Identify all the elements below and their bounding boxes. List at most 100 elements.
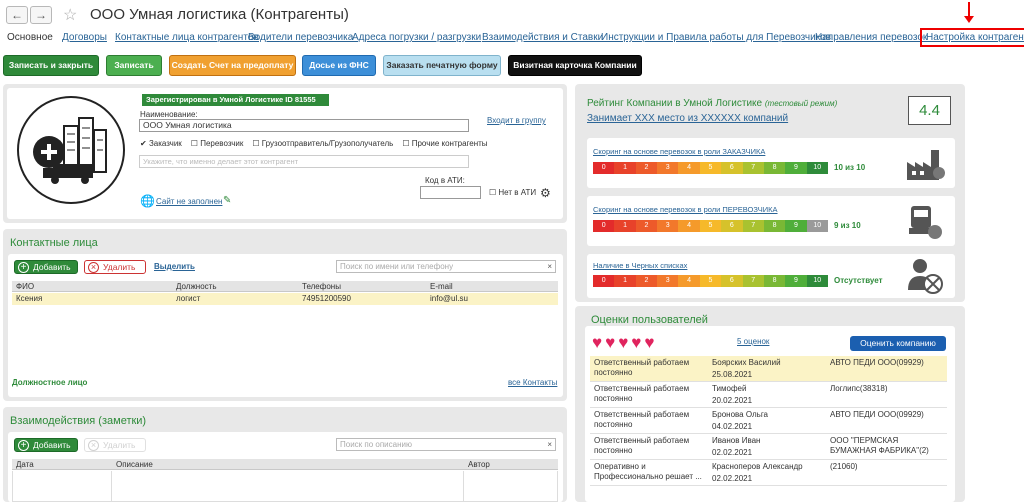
clear-search-icon[interactable]: ×: [547, 261, 552, 272]
contacts-select-link[interactable]: Выделить: [154, 262, 195, 271]
all-contacts-link[interactable]: все Контакты: [508, 378, 557, 387]
delete-x-icon: ×: [88, 440, 99, 451]
scale-cell: 9: [785, 220, 807, 232]
review-company: АВТО ПЕДИ ООО(09929): [830, 358, 924, 367]
save-button[interactable]: Записать: [106, 55, 162, 76]
role-carrier-checkbox[interactable]: ☐ Перевозчик: [191, 139, 244, 148]
table-row[interactable]: Ксения логист 74951200590 info@ul.su: [12, 293, 558, 305]
tab-directions[interactable]: Направления перевозок: [815, 32, 927, 43]
tab-instructions[interactable]: Инструкции и Правила работы для Перевозч…: [601, 32, 831, 43]
tab-drivers[interactable]: Водители перевозчика: [248, 32, 353, 43]
col-phones[interactable]: Телефоны: [302, 282, 341, 291]
website-link[interactable]: Сайт не заполнен: [156, 197, 222, 206]
contacts-add-label: Добавить: [33, 262, 71, 272]
scoring-customer-link[interactable]: Скоринг на основе перевозок в роли ЗАКАЗ…: [593, 147, 765, 156]
scale-cell: 8: [763, 275, 786, 287]
favorite-star-icon[interactable]: ☆: [63, 5, 77, 25]
contacts-search-input[interactable]: Поиск по имени или телефону ×: [336, 260, 556, 273]
tab-contact-persons[interactable]: Контактные лица контрагентов: [115, 32, 259, 43]
col-description[interactable]: Описание: [116, 460, 153, 469]
review-date: 20.02.2021: [712, 396, 753, 405]
column-divider: [463, 471, 464, 502]
title-bar: ← → ☆ ООО Умная логистика (Контрагенты): [0, 0, 1024, 28]
scale-cell: 2: [635, 162, 658, 174]
rating-place-link[interactable]: Занимает XXX место из XXXXXX компаний: [587, 113, 788, 124]
rating-mode: (тестовый режим): [764, 99, 838, 108]
join-group-link[interactable]: Входит в группу: [487, 116, 546, 125]
clear-search-icon[interactable]: ×: [547, 439, 552, 450]
scale-cell: 8: [763, 162, 786, 174]
role-customer-checkbox[interactable]: ✔ Заказчик: [140, 139, 182, 148]
contact-position: логист: [176, 294, 201, 303]
official-person-label: Должностное лицо: [12, 378, 88, 387]
contacts-delete-button[interactable]: × Удалить: [84, 260, 146, 274]
interactions-search-input[interactable]: Поиск по описанию ×: [336, 438, 556, 451]
scale-cell: 7: [742, 220, 764, 232]
scale-cell: 2: [635, 220, 658, 232]
back-button[interactable]: ←: [6, 6, 28, 24]
scoring-carrier-block: Скоринг на основе перевозок в роли ПЕРЕВ…: [587, 196, 955, 246]
ati-input[interactable]: [420, 186, 481, 199]
edit-pencil-icon[interactable]: ✎: [223, 195, 231, 206]
tab-counterparty-settings[interactable]: Настройка контрагента: [920, 28, 1024, 47]
scale-cell: 9: [785, 162, 807, 174]
scale-cell: 8: [763, 220, 786, 232]
blacklist-link[interactable]: Наличие в Черных списках: [593, 261, 687, 270]
reviews-count-link[interactable]: 5 оценок: [737, 337, 769, 346]
business-card-button[interactable]: Визитная карточка Компании: [508, 55, 642, 76]
scoring-carrier-link[interactable]: Скоринг на основе перевозок в роли ПЕРЕВ…: [593, 205, 778, 214]
plus-icon: +: [18, 262, 29, 273]
role-customer-label: Заказчик: [148, 139, 182, 148]
scoring-customer-result: 10 из 10: [834, 163, 866, 172]
forward-button[interactable]: →: [30, 6, 52, 24]
col-fio[interactable]: ФИО: [16, 282, 34, 291]
note-input[interactable]: Укажите, что именно делает этот контраге…: [139, 155, 469, 168]
scale-cell: 6: [721, 162, 743, 174]
interactions-delete-button[interactable]: × Удалить: [84, 438, 146, 452]
contacts-delete-label: Удалить: [103, 262, 136, 272]
interactions-add-button[interactable]: + Добавить: [14, 438, 78, 452]
col-position[interactable]: Должность: [176, 282, 217, 291]
contacts-add-button[interactable]: + Добавить: [14, 260, 78, 274]
scale-cell: 1: [614, 275, 636, 287]
interactions-add-label: Добавить: [33, 440, 71, 450]
scale-cell: 0: [593, 275, 615, 287]
review-row[interactable]: Ответственный работаем постоянно Иванов И…: [590, 434, 947, 460]
name-input[interactable]: ООО Умная логистика: [139, 119, 469, 132]
col-email[interactable]: E-mail: [430, 282, 453, 291]
scale-cell: 7: [742, 275, 764, 287]
review-date: 25.08.2021: [712, 370, 753, 379]
rating-score: 4.4: [908, 96, 951, 125]
save-close-button[interactable]: Записать и закрыть: [3, 55, 99, 76]
scoring-customer-block: Скоринг на основе перевозок в роли ЗАКАЗ…: [587, 138, 955, 188]
review-author: Боярских Василий: [712, 358, 781, 367]
col-date[interactable]: Дата: [16, 460, 34, 469]
print-form-button[interactable]: Заказать печатную форму: [383, 55, 501, 76]
tab-interactions[interactable]: Взаимодействия и Ставки: [482, 32, 603, 43]
create-invoice-button[interactable]: Создать Счет на предоплату: [169, 55, 296, 76]
rating-title: Рейтинг Компании в Умной Логистике (тест…: [587, 98, 837, 109]
review-text: Ответственный работаем постоянно: [594, 384, 690, 403]
tab-addresses[interactable]: Адреса погрузки / разгрузки: [352, 32, 481, 43]
review-row[interactable]: Ответственный работаем постоянно Бронова …: [590, 408, 947, 434]
scale-cell: 4: [678, 220, 700, 232]
scale-cell: 1: [614, 220, 636, 232]
rate-company-button[interactable]: Оценить компанию: [850, 336, 946, 351]
settings-gear-icon[interactable]: ⚙: [540, 186, 551, 200]
no-ati-checkbox[interactable]: ☐ Нет в АТИ: [489, 188, 536, 197]
role-shipper-checkbox[interactable]: ☐ Грузоотправитель/Грузополучатель: [252, 139, 393, 148]
review-row[interactable]: Ответственный работаем постоянно Боярских…: [590, 356, 947, 382]
no-ati-label: Нет в АТИ: [498, 188, 537, 197]
tab-main[interactable]: Основное: [7, 32, 53, 43]
col-author[interactable]: Автор: [468, 460, 490, 469]
role-other-checkbox[interactable]: ☐ Прочие контрагенты: [402, 139, 487, 148]
review-company: АВТО ПЕДИ ООО(09929): [830, 410, 924, 419]
review-row[interactable]: Оперативно и Профессионально решает ... К…: [590, 460, 947, 486]
tab-contracts[interactable]: Договоры: [62, 32, 107, 43]
review-row[interactable]: Ответственный работаем постоянно Тимофей 2…: [590, 382, 947, 408]
tab-bar: Основное Договоры Контактные лица контра…: [0, 28, 1024, 48]
contacts-search-placeholder: Поиск по имени или телефону: [340, 262, 454, 271]
fns-dossier-button[interactable]: Досье из ФНС: [302, 55, 376, 76]
contacts-panel: Контактные лица + Добавить × Удалить Выдел…: [3, 229, 567, 401]
contact-name: Ксения: [16, 294, 43, 303]
